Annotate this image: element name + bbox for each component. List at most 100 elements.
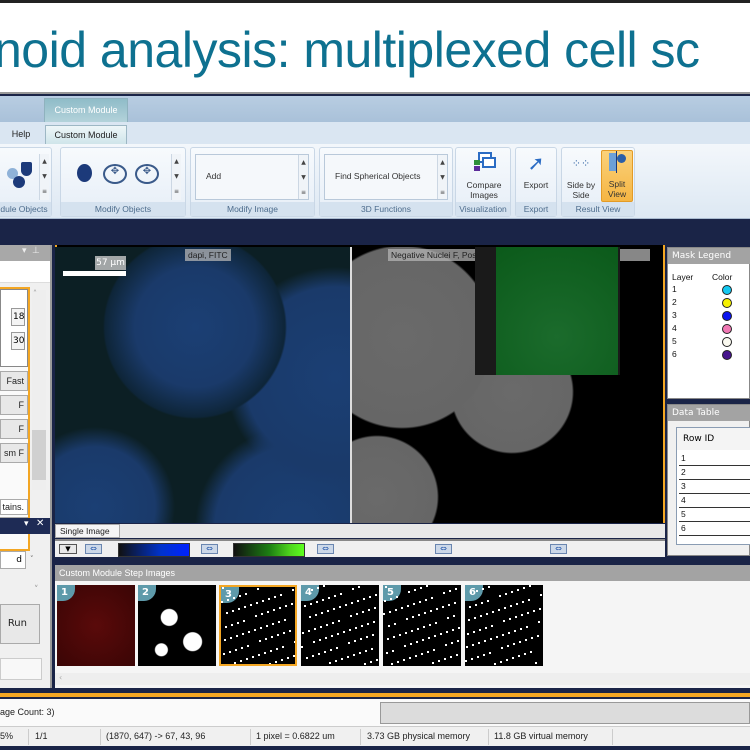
step-thumbnail[interactable]: 4 bbox=[301, 585, 379, 666]
mask-speck bbox=[315, 614, 317, 616]
gallery-scroll[interactable]: ▲ ▼ ≡ bbox=[298, 155, 308, 199]
table-row[interactable]: 6 bbox=[679, 522, 750, 536]
dropdown-icon[interactable]: ▾ bbox=[22, 246, 27, 256]
color-swatch[interactable] bbox=[722, 324, 732, 334]
chevron-down-icon[interactable]: ˅ bbox=[30, 555, 34, 563]
mask-speck bbox=[239, 595, 241, 597]
fast-button[interactable]: Fast bbox=[0, 371, 28, 391]
mask-speck bbox=[264, 652, 266, 654]
option-button-2[interactable]: F bbox=[0, 419, 28, 439]
option-button-3[interactable]: sm F bbox=[0, 443, 28, 463]
dropdown-icon[interactable]: ▾ bbox=[24, 519, 29, 529]
step-thumbnail[interactable]: 5 bbox=[383, 585, 461, 666]
step-thumbnail[interactable]: 2 bbox=[138, 585, 216, 666]
dropdown-select[interactable]: d bbox=[0, 551, 26, 569]
mask-speck bbox=[446, 631, 448, 633]
expand-arrows-icon[interactable]: ⇔ bbox=[317, 544, 334, 554]
mask-speck bbox=[481, 602, 483, 604]
run-button[interactable]: Run bbox=[0, 604, 40, 644]
scrollbar-thumb[interactable] bbox=[32, 430, 46, 480]
gallery-value[interactable]: Add bbox=[206, 171, 221, 181]
mask-speck bbox=[513, 643, 515, 645]
contains-field[interactable]: tains. bbox=[0, 499, 28, 515]
mask-speck bbox=[433, 649, 435, 651]
mask-speck bbox=[357, 600, 359, 602]
green-channel-overlay[interactable] bbox=[496, 247, 618, 375]
scroll-up-icon[interactable]: ˄ bbox=[33, 289, 37, 298]
step-thumbnail-selected[interactable]: 3 bbox=[219, 585, 297, 666]
split-objects-icon[interactable]: ✥ bbox=[103, 164, 127, 184]
mask-speck bbox=[516, 603, 518, 605]
ribbon: ▲ ▼ ≡ dule Objects ✥ ✥ ▲ ▼ ≡ Modify Objects … bbox=[0, 144, 750, 219]
expand-arrows-icon[interactable]: ⇔ bbox=[550, 544, 567, 554]
mask-speck bbox=[504, 607, 506, 609]
param-input-2[interactable]: 30 bbox=[11, 332, 25, 350]
mask-speck bbox=[423, 626, 425, 628]
expand-arrows-icon[interactable]: ⇔ bbox=[201, 544, 218, 554]
blue-histogram[interactable] bbox=[118, 543, 190, 557]
expand-arrows-icon[interactable]: ⇔ bbox=[85, 544, 102, 554]
mask-speck bbox=[310, 603, 312, 605]
mask-speck bbox=[471, 658, 473, 660]
modify-image-gallery[interactable]: Add ▲ ▼ ≡ bbox=[195, 154, 309, 200]
dapi-fitc-image[interactable]: dapi, FITC bbox=[55, 247, 350, 523]
table-row[interactable]: 2 bbox=[679, 466, 750, 480]
mask-speck bbox=[529, 585, 531, 587]
mask-speck bbox=[227, 599, 229, 601]
3d-functions-gallery[interactable]: Find Spherical Objects ▲ ▼ ≡ bbox=[324, 154, 448, 200]
table-row[interactable]: 4 bbox=[679, 494, 750, 508]
option-button-1[interactable]: F bbox=[0, 395, 28, 415]
mask-speck bbox=[271, 636, 273, 638]
export-button[interactable]: ➚ Export bbox=[516, 152, 556, 190]
color-swatch[interactable] bbox=[722, 311, 732, 321]
close-icon[interactable]: ✕ bbox=[36, 518, 44, 529]
gallery-scroll[interactable]: ▲ ▼ ≡ bbox=[39, 154, 49, 200]
pin-icon[interactable]: ⊥ bbox=[32, 246, 40, 256]
tab-single-image[interactable]: Single Image bbox=[55, 524, 120, 538]
color-swatch[interactable] bbox=[722, 350, 732, 360]
horizontal-scrollbar[interactable]: ‹ bbox=[55, 673, 750, 685]
mask-speck bbox=[399, 634, 401, 636]
tab-help[interactable]: Help bbox=[0, 125, 42, 144]
split-view-button[interactable]: Split View bbox=[601, 150, 633, 202]
mask-speck bbox=[375, 594, 377, 596]
scroll-down-icon[interactable]: ˅ bbox=[34, 585, 39, 595]
mask-speck bbox=[235, 649, 237, 651]
mask-speck bbox=[354, 640, 356, 642]
mask-speck bbox=[443, 592, 445, 594]
gallery-scroll[interactable]: ▲ ▼ ≡ bbox=[171, 154, 181, 200]
mask-speck bbox=[325, 637, 327, 639]
mask-speck bbox=[328, 597, 330, 599]
dropdown-icon[interactable]: ▼ bbox=[59, 544, 77, 554]
mask-speck bbox=[291, 603, 293, 605]
panel2-header: ▾ ✕ bbox=[0, 518, 50, 534]
module-objects-gallery[interactable]: ▲ ▼ ≡ bbox=[0, 154, 49, 200]
mask-speck bbox=[540, 594, 542, 596]
merge-objects-icon[interactable]: ✥ bbox=[135, 164, 159, 184]
side-by-side-button[interactable]: ⁘⁘ Side by Side bbox=[564, 152, 598, 200]
mask-speck bbox=[498, 609, 500, 611]
expand-arrows-icon[interactable]: ⇔ bbox=[435, 544, 452, 554]
color-swatch[interactable] bbox=[722, 298, 732, 308]
step-thumbnail[interactable]: 1 bbox=[57, 585, 135, 666]
mask-speck bbox=[523, 587, 525, 589]
mask-speck bbox=[515, 616, 517, 618]
lower-field[interactable] bbox=[0, 658, 42, 680]
gallery-scroll[interactable]: ▲ ▼ ≡ bbox=[437, 155, 447, 199]
compare-images-button[interactable]: Compare Images bbox=[458, 152, 510, 200]
table-row[interactable]: 3 bbox=[679, 480, 750, 494]
table-row[interactable]: 1 bbox=[679, 452, 750, 466]
param-input-1[interactable]: 18 bbox=[11, 308, 25, 326]
tab-custom-module[interactable]: Custom Module bbox=[45, 125, 127, 144]
gallery-value[interactable]: Find Spherical Objects bbox=[335, 171, 421, 181]
blob-icon[interactable] bbox=[77, 164, 92, 182]
step-thumbnail[interactable]: 6 bbox=[465, 585, 543, 666]
green-histogram[interactable] bbox=[233, 543, 305, 557]
modify-objects-gallery[interactable]: ✥ ✥ ▲ ▼ ≡ bbox=[65, 154, 181, 200]
color-swatch[interactable] bbox=[722, 337, 732, 347]
color-swatch[interactable] bbox=[722, 285, 732, 295]
group-result-view: ⁘⁘ Side by Side Split View Result View bbox=[561, 147, 635, 217]
table-row[interactable]: 5 bbox=[679, 508, 750, 522]
column-header-row-id[interactable]: Row ID bbox=[677, 428, 750, 450]
step-number-badge: 1 bbox=[57, 585, 75, 601]
